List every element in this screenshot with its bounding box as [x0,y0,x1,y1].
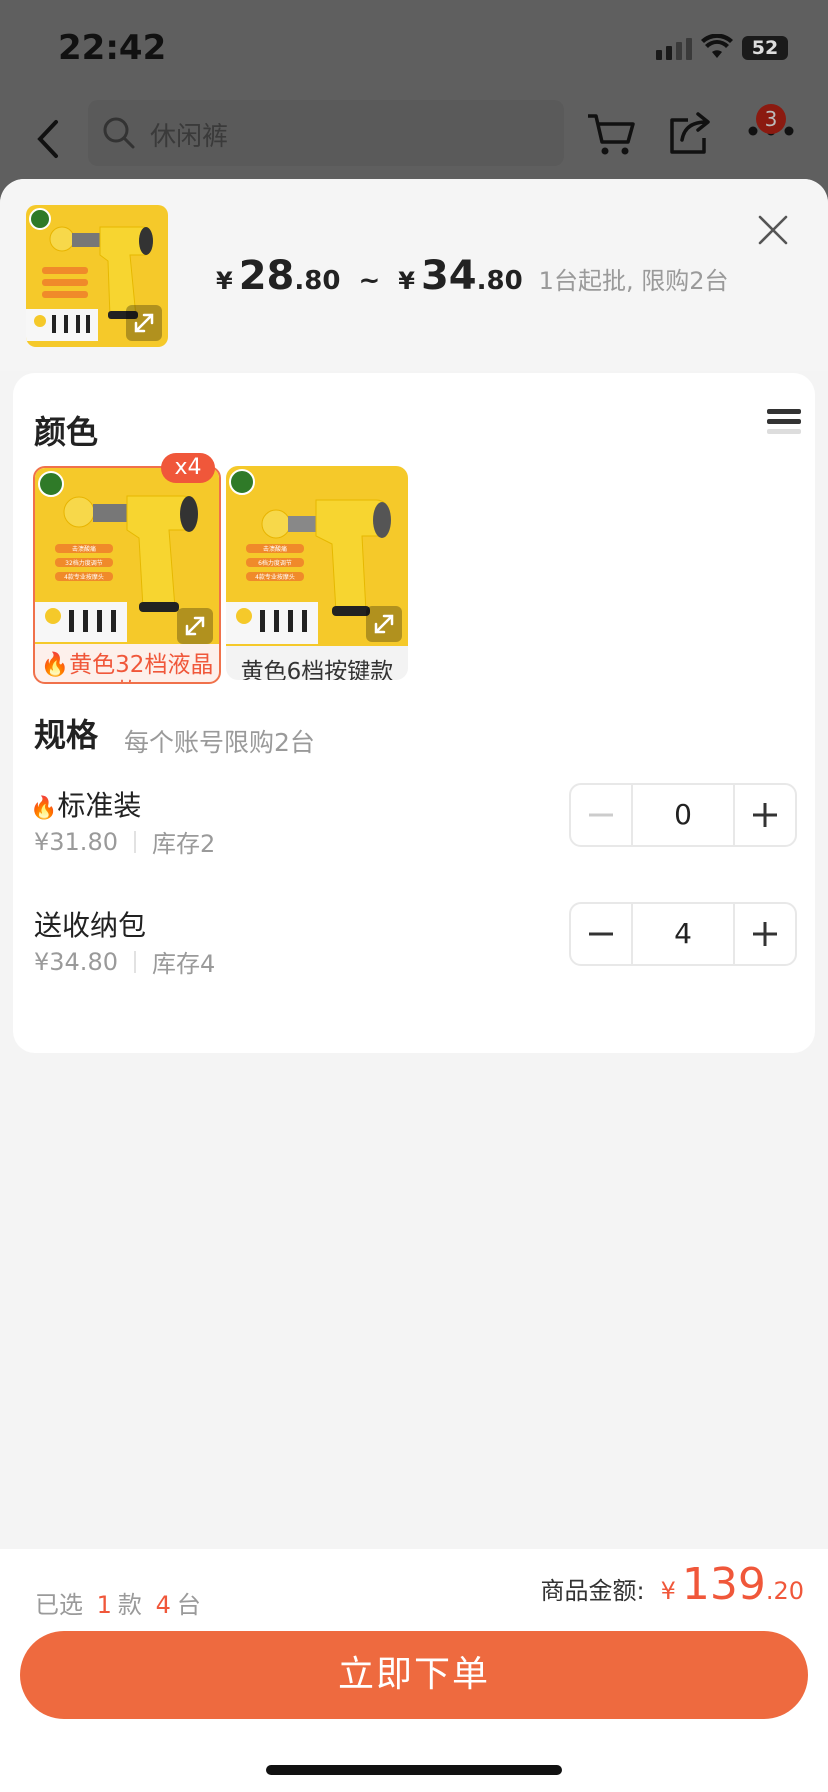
selection-summary: 已选 1款 4台 [35,1585,201,1620]
quantity-value[interactable]: 0 [633,785,733,845]
home-indicator [266,1765,562,1775]
bottom-action-bar: 已选 1款 4台 商品金额: ¥ 139 .20 立即下单 [0,1549,828,1792]
quantity-value[interactable]: 4 [633,904,733,964]
status-bar: 22:42 52 [0,0,828,100]
minus-icon [589,813,613,817]
selected-units-count: 4 [155,1591,171,1619]
selected-kinds-unit: 款 [117,1591,142,1619]
spec-item-name: 🔥标准装 [30,784,141,824]
feature-2: 6档力度调节 [258,559,292,567]
battery-indicator: 52 [742,36,788,60]
divider [133,950,136,973]
list-view-icon[interactable] [767,409,801,439]
total-label: 商品金额: [540,1577,645,1605]
spec-item-stock: 库存4 [151,950,216,978]
selected-kinds-count: 1 [96,1591,112,1619]
spec-limit-hint: 每个账号限购2台 [124,728,315,757]
search-placeholder: 休闲裤 [150,122,229,152]
color-section-title: 颜色 [34,413,99,451]
sheet-header: ¥ 28 .80 ~ ¥ 34 .80 1台起批, 限购2台 [0,179,828,371]
spec-item-price: ¥34.80 [34,947,118,976]
nav-bar: 休闲裤 [0,100,828,180]
plus-icon [753,922,777,946]
min-order-info: 1台起批, 限购2台 [538,267,729,295]
increase-button[interactable] [733,904,795,964]
expand-image-icon[interactable] [126,305,162,341]
spec-section-title: 规格 [34,716,99,754]
selected-units-unit: 台 [176,1591,201,1619]
product-thumbnail[interactable] [26,205,168,347]
color-option-yellow-6[interactable]: 击溃酸痛 6档力度调节 4款专业按摩头 黄色6档按键款 [226,466,408,680]
status-time: 22:42 [58,28,167,68]
color-option-text: 黄色32档液晶款 [69,652,214,682]
plus-icon [753,803,777,827]
wifi-icon [701,34,733,58]
increase-button[interactable] [733,785,795,845]
spec-item-name: 送收纳包 [34,909,147,942]
feature-1: 击溃酸痛 [263,545,287,553]
price-range: ¥ 28 .80 ~ ¥ 34 .80 1台起批, 限购2台 [216,253,728,299]
sku-options-card: 颜色 击溃酸痛 32档力度调节 4款专业按摩头 🔥黄色32档液晶 x4 击溃酸痛… [13,373,815,1053]
price-min-integer: 28 [238,253,295,299]
feature-3: 4款专业按摩头 [255,573,295,581]
search-icon [103,117,135,149]
price-range-separator: ~ [358,266,381,296]
quantity-stepper: 0 [569,783,797,847]
price-max-decimal: .80 [476,266,523,296]
back-arrow-icon[interactable] [30,114,70,164]
decrease-button[interactable] [571,904,633,964]
color-option-label: 黄色6档按键款 [240,659,394,680]
expand-image-icon[interactable] [366,606,402,642]
share-icon[interactable] [668,110,714,158]
currency-symbol: ¥ [216,267,233,295]
fire-icon: 🔥 [30,796,58,821]
quantity-stepper: 4 [569,902,797,966]
feature-3: 4款专业按摩头 [64,573,104,581]
spec-item-stock: 库存2 [151,830,216,858]
expand-image-icon[interactable] [177,608,213,644]
spec-item-price: ¥31.80 [34,827,118,856]
divider [133,830,136,853]
close-icon[interactable] [756,213,790,247]
cart-badge: 3 [756,104,786,134]
total-decimal: .20 [765,1577,804,1605]
fire-icon: 🔥 [40,652,70,678]
currency-symbol: ¥ [398,267,415,295]
selection-prefix: 已选 [35,1591,83,1619]
feature-1: 击溃酸痛 [72,545,96,553]
spec-item-label: 标准装 [57,789,142,822]
color-option-label: 🔥黄色32档液晶款 [35,652,219,682]
place-order-button[interactable]: 立即下单 [20,1631,808,1719]
spec-item-meta: ¥34.80 库存4 [34,944,215,979]
price-max-integer: 34 [420,253,477,299]
total-currency: ¥ [660,1577,676,1605]
selected-quantity-badge: x4 [161,453,215,483]
total-integer: 139 [681,1559,766,1610]
color-option-yellow-32[interactable]: 击溃酸痛 32档力度调节 4款专业按摩头 🔥黄色32档液晶款 [33,466,221,684]
cart-icon[interactable] [586,110,636,158]
minus-icon [589,932,613,936]
spec-item-meta: ¥31.80 库存2 [34,824,215,859]
total-amount: 商品金额: ¥ 139 .20 [540,1559,804,1610]
battery-level: 52 [751,37,779,59]
cellular-signal-icon [656,38,692,60]
price-min-decimal: .80 [294,266,341,296]
feature-2: 32档力度调节 [65,559,103,567]
decrease-button[interactable] [571,785,633,845]
search-bar[interactable]: 休闲裤 [88,100,564,166]
